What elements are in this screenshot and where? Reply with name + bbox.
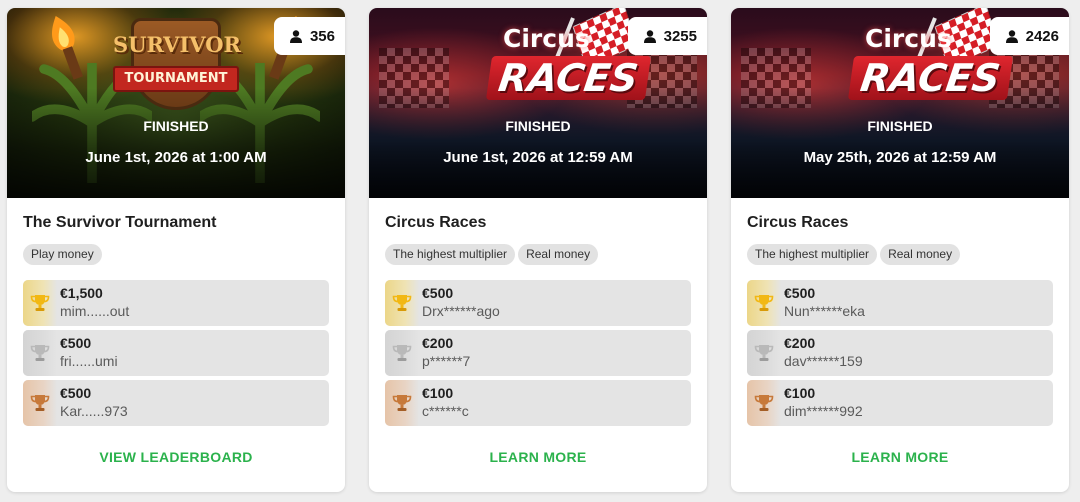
checkered-decoration [379, 48, 449, 108]
player-count-badge: 356 [273, 17, 345, 55]
prize-row-second: €200 p******7 [385, 330, 691, 376]
person-icon [643, 29, 656, 43]
tournament-status: FINISHED [867, 118, 933, 134]
view-leaderboard-button[interactable]: VIEW LEADERBOARD [7, 449, 345, 465]
tournament-banner[interactable]: Circus RACES 2426 FINISHED May 25th, 202… [731, 8, 1069, 198]
tag-real-money: Real money [518, 244, 599, 265]
prize-row-third: €100 c******c [385, 380, 691, 426]
survivor-tournament-logo: SURVIVOR TOURNAMENT [113, 18, 241, 114]
prize-row-third: €500 Kar......973 [23, 380, 329, 426]
tournament-tags: The highest multiplier Real money [747, 244, 1053, 265]
tag-real-money: Real money [880, 244, 961, 265]
logo-text-line1: SURVIVOR [113, 32, 241, 57]
logo-text-line2: RACES [485, 56, 651, 100]
bronze-trophy-icon [30, 395, 50, 411]
tournament-title: Circus Races [385, 214, 487, 231]
tournament-cards: SURVIVOR TOURNAMENT 356 FINISHED June 1s… [7, 8, 1079, 494]
tournament-status: FINISHED [143, 118, 209, 134]
silver-trophy-icon [30, 345, 50, 361]
logo-text-line1: Circus [865, 24, 952, 53]
tournament-banner[interactable]: SURVIVOR TOURNAMENT 356 FINISHED June 1s… [7, 8, 345, 198]
player-count-badge: 3255 [627, 17, 707, 55]
prize-amount: €200 [422, 335, 454, 351]
prize-amount: €500 [784, 285, 816, 301]
silver-trophy-icon [754, 345, 774, 361]
tournament-date: May 25th, 2026 at 12:59 AM [803, 149, 997, 166]
prize-winner: c******c [422, 403, 469, 419]
prize-amount: €100 [422, 385, 454, 401]
logo-text-line2: RACES [847, 56, 1013, 100]
prize-row-first: €500 Drx******ago [385, 280, 691, 326]
tournament-title: The Survivor Tournament [23, 214, 217, 231]
prize-row-second: €200 dav******159 [747, 330, 1053, 376]
prize-winner: Nun******eka [784, 303, 865, 319]
gold-trophy-icon [392, 295, 412, 311]
tournament-tags: Play money [23, 244, 329, 265]
gold-trophy-icon [30, 295, 50, 311]
prize-winner: dav******159 [784, 353, 863, 369]
prize-row-first: €500 Nun******eka [747, 280, 1053, 326]
bronze-trophy-icon [392, 395, 412, 411]
circus-races-logo: Circus RACES [459, 8, 651, 118]
player-count: 356 [309, 27, 335, 45]
tournament-card-survivor[interactable]: SURVIVOR TOURNAMENT 356 FINISHED June 1s… [7, 8, 345, 492]
tournament-banner[interactable]: Circus RACES 3255 FINISHED June 1st, 202… [369, 8, 707, 198]
prize-winner: Drx******ago [422, 303, 500, 319]
tournament-date: June 1st, 2026 at 1:00 AM [85, 149, 267, 166]
tournament-title: Circus Races [747, 214, 849, 231]
tag-play-money: Play money [23, 244, 102, 265]
prize-amount: €500 [60, 335, 92, 351]
logo-text-line2: TOURNAMENT [113, 66, 239, 92]
player-count-badge: 2426 [989, 17, 1069, 55]
gold-trophy-icon [754, 295, 774, 311]
tournament-card-circus-races[interactable]: Circus RACES 3255 FINISHED June 1st, 202… [369, 8, 707, 492]
tag-highest-multiplier: The highest multiplier [747, 244, 878, 265]
prize-row-second: €500 fri......umi [23, 330, 329, 376]
prize-winner: mim......out [60, 303, 130, 319]
player-count: 3255 [663, 27, 697, 45]
prize-winner: Kar......973 [60, 403, 128, 419]
person-icon [1005, 29, 1018, 43]
tournament-date: June 1st, 2026 at 12:59 AM [443, 149, 633, 166]
learn-more-button[interactable]: LEARN MORE [731, 449, 1069, 465]
prize-row-first: €1,500 mim......out [23, 280, 329, 326]
prize-list: €1,500 mim......out €500 fri......umi €5… [23, 280, 329, 426]
learn-more-button[interactable]: LEARN MORE [369, 449, 707, 465]
person-icon [289, 29, 302, 43]
prize-list: €500 Drx******ago €200 p******7 €100 c**… [385, 280, 691, 426]
logo-text-line1: Circus [503, 24, 590, 53]
prize-row-third: €100 dim******992 [747, 380, 1053, 426]
prize-winner: fri......umi [60, 353, 118, 369]
prize-list: €500 Nun******eka €200 dav******159 €100 [747, 280, 1053, 426]
tag-highest-multiplier: The highest multiplier [385, 244, 516, 265]
checkered-decoration [741, 48, 811, 108]
tournament-card-circus-races[interactable]: Circus RACES 2426 FINISHED May 25th, 202… [731, 8, 1069, 492]
player-count: 2426 [1025, 27, 1059, 45]
prize-amount: €500 [60, 385, 92, 401]
prize-winner: dim******992 [784, 403, 863, 419]
prize-amount: €100 [784, 385, 816, 401]
tournament-tags: The highest multiplier Real money [385, 244, 691, 265]
tournament-status: FINISHED [505, 118, 571, 134]
prize-amount: €200 [784, 335, 816, 351]
circus-races-logo: Circus RACES [821, 8, 1013, 118]
prize-winner: p******7 [422, 353, 471, 369]
prize-amount: €1,500 [60, 285, 103, 301]
prize-amount: €500 [422, 285, 454, 301]
silver-trophy-icon [392, 345, 412, 361]
bronze-trophy-icon [754, 395, 774, 411]
